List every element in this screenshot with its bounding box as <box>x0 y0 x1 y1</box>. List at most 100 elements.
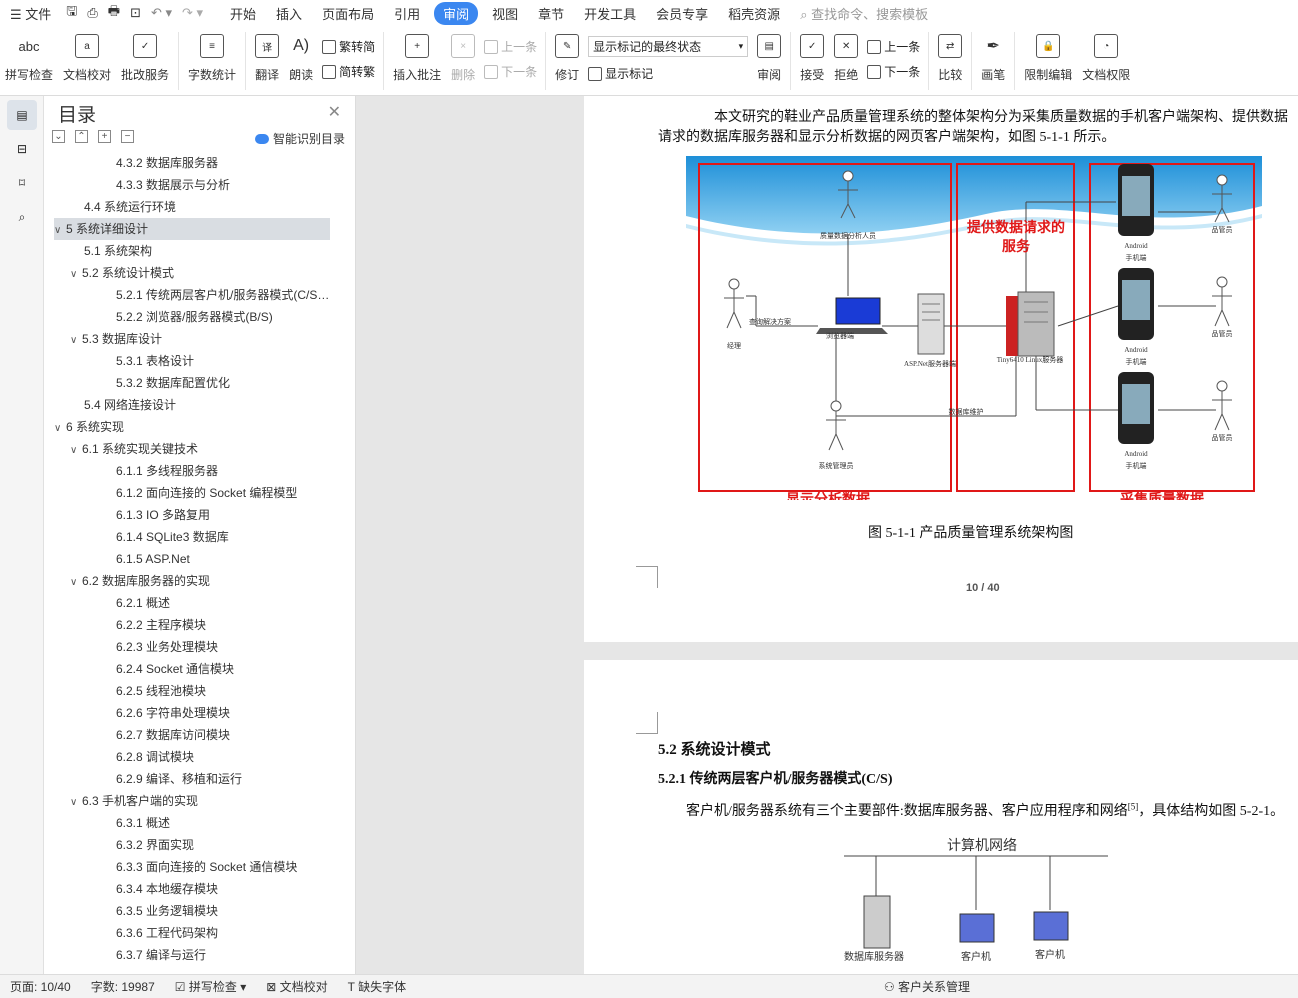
chapter-nav-icon[interactable]: ⊟ <box>7 134 37 164</box>
toc-item[interactable]: 6.3.4 本地缓存模块 <box>54 878 330 900</box>
file-menu[interactable]: ☰ 文件 <box>0 4 61 23</box>
prev-change-button[interactable]: 上一条 <box>867 38 920 55</box>
chevron-down-icon[interactable]: ∨ <box>54 418 66 438</box>
markup-state-select[interactable]: 显示标记的最终状态 ▾ <box>588 36 749 57</box>
word-count[interactable]: 字数: 19987 <box>81 978 165 995</box>
trad-to-simp-button[interactable]: 繁转简 <box>322 38 375 55</box>
toc-item[interactable]: 6.3.3 面向连接的 Socket 通信模块 <box>54 856 330 878</box>
toc-item[interactable]: 6.3.5 业务逻辑模块 <box>54 900 330 922</box>
toc-item[interactable]: 6.3.1 概述 <box>54 812 330 834</box>
toc-panel-icon[interactable]: ▤ <box>7 100 37 130</box>
status-spell-check[interactable]: ☑ 拼写检查 ▾ <box>165 978 256 995</box>
add-heading-icon[interactable]: + <box>98 130 111 143</box>
toc-item[interactable]: 6.3.6 工程代码架构 <box>54 922 330 944</box>
toc-item[interactable]: 6.2.2 主程序模块 <box>54 614 330 636</box>
chevron-down-icon[interactable]: ∨ <box>70 792 82 812</box>
proofread-button[interactable]: a 文档校对 <box>58 26 116 92</box>
tab-docer[interactable]: 稻壳资源 <box>718 4 790 23</box>
print-icon[interactable]: 🖶 <box>103 2 125 24</box>
toc-item[interactable]: 6.1.1 多线程服务器 <box>54 460 330 482</box>
toc-item[interactable]: 6.2.9 编译、移植和运行 <box>54 768 330 790</box>
tab-layout[interactable]: 页面布局 <box>312 4 384 23</box>
revise-button[interactable]: ✎ 修订 <box>550 26 584 92</box>
accept-button[interactable]: ✓ 接受 <box>795 26 829 92</box>
toc-item[interactable]: 5.3.2 数据库配置优化 <box>54 372 330 394</box>
reject-button[interactable]: ✕ 拒绝 <box>829 26 863 92</box>
toc-item[interactable]: 6.3.2 界面实现 <box>54 834 330 856</box>
toc-item[interactable]: ∨ 6.1 系统实现关键技术 <box>54 438 330 460</box>
toc-item[interactable]: 6.2.4 Socket 通信模块 <box>54 658 330 680</box>
toc-item[interactable]: ∨ 6.2 数据库服务器的实现 <box>54 570 330 592</box>
restrict-edit-button[interactable]: 🔒 限制编辑 <box>1019 26 1077 92</box>
read-aloud-button[interactable]: A) 朗读 <box>284 26 318 92</box>
prev-comment-button[interactable]: 上一条 <box>484 38 537 55</box>
toc-item[interactable]: 4.3.3 数据展示与分析 <box>54 174 330 196</box>
preview-icon[interactable]: ⊡ <box>125 5 146 21</box>
toc-item[interactable]: 6.3.7 编译与运行 <box>54 944 330 966</box>
crm-button[interactable]: ⚇ 客户关系管理 <box>874 978 980 995</box>
quick-export-icon[interactable]: ⎙ <box>82 5 102 21</box>
compare-button[interactable]: ⇄ 比较 <box>933 26 967 92</box>
toc-item[interactable]: 6.1.4 SQLite3 数据库 <box>54 526 330 548</box>
toc-item[interactable]: ∨ 6.3 手机客户端的实现 <box>54 790 330 812</box>
chevron-down-icon[interactable]: ∨ <box>70 264 82 284</box>
chevron-down-icon[interactable]: ∨ <box>70 440 82 460</box>
undo-icon[interactable]: ↶ ▾ <box>146 5 177 21</box>
status-proofread[interactable]: ⊠ 文档校对 <box>256 978 337 995</box>
toc-item[interactable]: 4.4 系统运行环境 <box>54 196 330 218</box>
toc-item[interactable]: ∨ 5.3 数据库设计 <box>54 328 330 350</box>
toc-item[interactable]: 5.1 系统架构 <box>54 240 330 262</box>
insert-comment-button[interactable]: + 插入批注 <box>388 26 446 92</box>
command-search[interactable]: ⌕ 查找命令、搜索模板 <box>790 4 938 23</box>
toc-item[interactable]: 6.1.2 面向连接的 Socket 编程模型 <box>54 482 330 504</box>
remove-heading-icon[interactable]: − <box>121 130 134 143</box>
doc-permission-button[interactable]: ◔ 文档权限 <box>1077 26 1135 92</box>
toc-item[interactable]: 6.2.8 调试模块 <box>54 746 330 768</box>
tab-devtools[interactable]: 开发工具 <box>574 4 646 23</box>
tab-section[interactable]: 章节 <box>528 4 574 23</box>
redo-icon[interactable]: ↷ ▾ <box>177 5 208 21</box>
toc-item[interactable]: 6.2.6 字符串处理模块 <box>54 702 330 724</box>
tab-member[interactable]: 会员专享 <box>646 4 718 23</box>
toc-item[interactable]: 6.2.1 概述 <box>54 592 330 614</box>
tab-reference[interactable]: 引用 <box>384 4 430 23</box>
simp-to-trad-button[interactable]: 简转繁 <box>322 63 375 80</box>
close-icon[interactable]: ✕ <box>328 102 341 122</box>
collapse-all-icon[interactable]: ⌄ <box>52 130 65 143</box>
chevron-down-icon[interactable]: ∨ <box>54 220 66 240</box>
toc-item[interactable]: 6.2.3 业务处理模块 <box>54 636 330 658</box>
toc-item[interactable]: 4.3.2 数据库服务器 <box>54 152 330 174</box>
delete-comment-button[interactable]: × 删除 <box>446 26 480 92</box>
smart-toc-button[interactable]: 智能识别目录 <box>254 130 345 147</box>
chevron-down-icon[interactable]: ∨ <box>70 572 82 592</box>
toc-item[interactable]: 5.4 网络连接设计 <box>54 394 330 416</box>
review-pane-button[interactable]: ▤ 审阅 <box>752 26 786 92</box>
pen-button[interactable]: ✒ 画笔 <box>976 26 1010 92</box>
translate-button[interactable]: 译翻译 <box>250 26 284 92</box>
tab-view[interactable]: 视图 <box>482 4 528 23</box>
toc-item[interactable]: 5.2.1 传统两层客户机/服务器模式(C/S ... <box>54 284 330 306</box>
expand-up-icon[interactable]: ⌃ <box>75 130 88 143</box>
bookmark-icon[interactable]: ⌑ <box>7 168 37 198</box>
tab-insert[interactable]: 插入 <box>266 4 312 23</box>
page-indicator[interactable]: 页面: 10/40 <box>0 978 81 995</box>
missing-font[interactable]: T 缺失字体 <box>338 978 416 995</box>
chevron-down-icon[interactable]: ∨ <box>70 330 82 350</box>
toc-item[interactable]: ∨ 5.2 系统设计模式 <box>54 262 330 284</box>
toc-item[interactable]: 6.2.5 线程池模块 <box>54 680 330 702</box>
next-comment-button[interactable]: 下一条 <box>484 63 537 80</box>
toc-item[interactable]: 6.2.7 数据库访问模块 <box>54 724 330 746</box>
next-change-button[interactable]: 下一条 <box>867 63 920 80</box>
spell-check-button[interactable]: abc 拼写检查 <box>0 26 58 92</box>
toc-item[interactable]: 5.3.1 表格设计 <box>54 350 330 372</box>
toc-item[interactable]: 6.1.5 ASP.Net <box>54 548 330 570</box>
tab-start[interactable]: 开始 <box>220 4 266 23</box>
toc-item[interactable]: 6.1.3 IO 多路复用 <box>54 504 330 526</box>
toc-item[interactable]: ∨ 6 系统实现 <box>54 416 330 438</box>
annotate-service-button[interactable]: ✓ 批改服务 <box>116 26 174 92</box>
toc-item[interactable]: 5.2.2 浏览器/服务器模式(B/S) <box>54 306 330 328</box>
tab-review[interactable]: 审阅 <box>434 1 479 25</box>
find-icon[interactable]: ⌕ <box>7 202 37 232</box>
word-count-button[interactable]: ≡ 字数统计 <box>183 26 241 92</box>
show-markup-button[interactable]: 显示标记 <box>588 65 748 82</box>
